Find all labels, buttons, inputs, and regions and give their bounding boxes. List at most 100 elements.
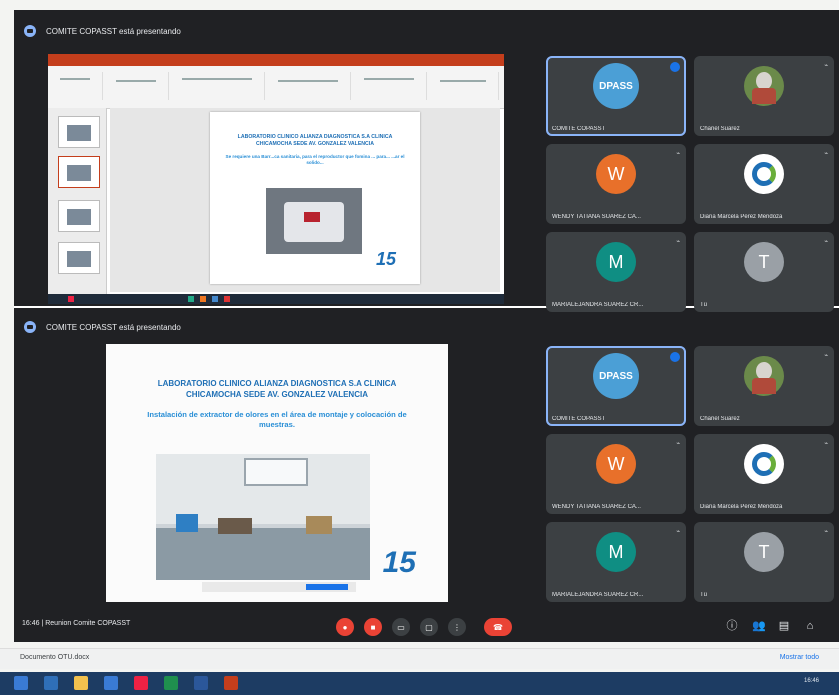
browser-icon[interactable]: [44, 676, 58, 690]
meeting-control-bar: 16:46 | Reunion Comite COPASST ● ■ ▭ ▢ ⋮…: [14, 610, 839, 642]
present-icon[interactable]: ▢: [420, 618, 438, 636]
avatar: T: [744, 532, 784, 573]
screenshot-frame: COMITE COPASST está presentando LABORATO…: [0, 0, 839, 695]
participant-name: Chanel Suarez: [700, 416, 740, 422]
participant-name: MARIALEJANDRA SUAREZ CR...: [552, 592, 644, 598]
powerpoint-icon[interactable]: [224, 676, 238, 690]
participant-tile[interactable]: W ⌁ WENDY TATIANA SUAREZ CA...: [546, 144, 686, 224]
slide-small-text: Se requiere una Barr...ca sanitaria, par…: [225, 154, 405, 165]
excel-icon[interactable]: [164, 676, 178, 690]
participant-tile[interactable]: W ⌁ WENDY TATIANA SUAREZ CA...: [546, 434, 686, 514]
participant-tile[interactable]: M ⌁ MARIALEJANDRA SUAREZ CR...: [546, 522, 686, 602]
mic-off-icon: ⌁: [824, 151, 828, 157]
slide-canvas: LABORATORIO CLINICO ALIANZA DIAGNOSTICA …: [110, 108, 500, 292]
avatar: [744, 444, 784, 485]
participant-tile[interactable]: DPASS COMITE COPASST: [546, 346, 686, 426]
slide-large-photo: [156, 454, 370, 580]
participant-name: COMITE COPASST: [552, 416, 606, 422]
participant-name: Tú: [700, 592, 708, 598]
download-item[interactable]: Documento OTU.docx: [20, 654, 89, 661]
shared-taskbar-strip: [48, 294, 504, 304]
slide-small-logo: 15: [375, 249, 396, 269]
participant-name: WENDY TATIANA SUAREZ CA...: [552, 214, 641, 220]
ppt-title-bar: [48, 54, 504, 66]
slide-small-photo: [266, 188, 362, 254]
more-options-icon[interactable]: ⋮: [448, 618, 466, 636]
avatar: [744, 66, 784, 107]
mic-off-icon[interactable]: ●: [336, 618, 354, 636]
folder-icon[interactable]: [74, 676, 88, 690]
app-icon[interactable]: [104, 676, 118, 690]
downloads-bar: Documento OTU.docx Mostrar todo: [0, 648, 839, 669]
participant-name: Tú: [700, 302, 708, 308]
thumbnail-3[interactable]: [58, 200, 100, 232]
participant-tile[interactable]: ⌁ Diana Marcela Perez Mendoza: [694, 144, 834, 224]
avatar: T: [744, 242, 784, 283]
mic-off-icon: ⌁: [676, 239, 680, 245]
avatar: DPASS: [593, 63, 639, 110]
presenting-banner-text: COMITE COPASST está presentando: [46, 322, 181, 332]
slide-small: LABORATORIO CLINICO ALIANZA DIAGNOSTICA …: [210, 112, 420, 284]
chrome-icon[interactable]: [134, 676, 148, 690]
thumbnail-1[interactable]: [58, 116, 100, 148]
mic-off-icon: ⌁: [824, 239, 828, 245]
mic-off-icon: ⌁: [824, 63, 828, 69]
avatar: M: [596, 242, 636, 283]
speaking-icon: [670, 352, 680, 362]
mic-off-icon: ⌁: [824, 353, 828, 359]
participant-name: Diana Marcela Perez Mendoza: [700, 504, 783, 510]
chat-icon[interactable]: ▤: [778, 620, 790, 632]
presenting-banner-2: COMITE COPASST está presentando: [14, 312, 839, 342]
windows-taskbar: 16:46: [0, 672, 839, 695]
info-icon[interactable]: ⓘ: [726, 620, 738, 632]
participant-tile[interactable]: ⌁ Chanel Suarez: [694, 346, 834, 426]
avatar: [744, 356, 784, 397]
participant-name: Diana Marcela Perez Mendoza: [700, 214, 783, 220]
thumbnail-4[interactable]: [58, 242, 100, 274]
participant-name: WENDY TATIANA SUAREZ CA...: [552, 504, 641, 510]
word-icon[interactable]: [194, 676, 208, 690]
meeting-info: 16:46 | Reunion Comite COPASST: [22, 620, 131, 627]
slide-controls[interactable]: [202, 582, 356, 592]
thumbnail-2[interactable]: [58, 156, 100, 188]
mic-off-icon: ⌁: [824, 441, 828, 447]
participant-name: Chanel Suarez: [700, 126, 740, 132]
slide-large-subtitle: Instalación de extractor de olores en el…: [147, 410, 407, 429]
participant-name: COMITE COPASST: [552, 126, 606, 132]
present-icon: [24, 25, 36, 37]
meet-window: COMITE COPASST está presentando LABORATO…: [14, 10, 839, 642]
avatar: W: [596, 444, 636, 485]
avatar: M: [596, 532, 636, 573]
ppt-ribbon: [48, 66, 504, 109]
participant-name: MARIALEJANDRA SUAREZ CR...: [552, 302, 644, 308]
slide-large-logo: 15: [382, 546, 416, 579]
show-all-downloads-link[interactable]: Mostrar todo: [780, 654, 819, 661]
participant-tile[interactable]: T ⌁ Tú: [694, 522, 834, 602]
slide-small-title: LABORATORIO CLINICO ALIANZA DIAGNOSTICA …: [237, 134, 393, 147]
camera-off-icon[interactable]: ■: [364, 618, 382, 636]
start-icon[interactable]: [14, 676, 28, 690]
mic-off-icon: ⌁: [676, 151, 680, 157]
speaking-icon: [670, 62, 680, 72]
avatar: W: [596, 154, 636, 195]
participant-tile[interactable]: M ⌁ MARIALEJANDRA SUAREZ CR...: [546, 232, 686, 312]
slide-large-title: LABORATORIO CLINICO ALIANZA DIAGNOSTICA …: [157, 379, 397, 399]
people-icon[interactable]: 👥: [752, 620, 766, 632]
avatar: DPASS: [593, 353, 639, 400]
participant-tile[interactable]: ⌁ Chanel Suarez: [694, 56, 834, 136]
present-icon: [24, 321, 36, 333]
captions-icon[interactable]: ▭: [392, 618, 410, 636]
mic-off-icon: ⌁: [676, 529, 680, 535]
presenting-banner: COMITE COPASST está presentando: [14, 16, 839, 46]
activities-icon[interactable]: ⌂: [804, 620, 816, 632]
clock: 16:46: [803, 678, 819, 684]
avatar: [744, 154, 784, 195]
participant-tile[interactable]: DPASS COMITE COPASST: [546, 56, 686, 136]
presenting-banner-text: COMITE COPASST está presentando: [46, 26, 181, 36]
slide-thumbnails[interactable]: [48, 108, 107, 294]
shared-screen-powerpoint: LABORATORIO CLINICO ALIANZA DIAGNOSTICA …: [48, 54, 504, 302]
participant-tile[interactable]: ⌁ Diana Marcela Perez Mendoza: [694, 434, 834, 514]
participant-tile[interactable]: T ⌁ Tú: [694, 232, 834, 312]
end-call-icon[interactable]: ☎: [484, 618, 512, 636]
slide-large: LABORATORIO CLINICO ALIANZA DIAGNOSTICA …: [106, 344, 448, 602]
